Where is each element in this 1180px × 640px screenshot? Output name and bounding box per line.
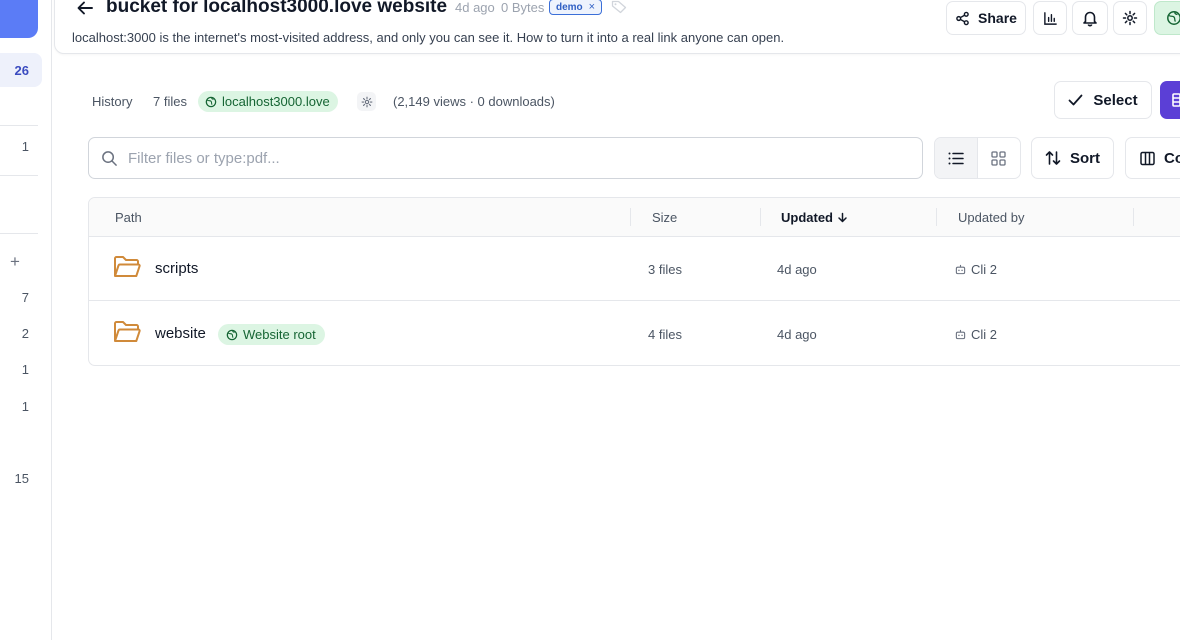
sidebar-count[interactable]: 15 bbox=[0, 471, 29, 486]
sidebar-primary-button[interactable] bbox=[0, 0, 38, 38]
folder-updated-by: Cli 2 bbox=[955, 327, 997, 342]
history-link[interactable]: History bbox=[92, 94, 132, 109]
share-icon bbox=[956, 11, 969, 25]
grid-icon bbox=[991, 150, 1006, 166]
table-header: Path Size Updated Updated by bbox=[89, 198, 1180, 237]
sidebar-divider bbox=[0, 125, 38, 126]
column-header-updated-label: Updated bbox=[781, 210, 833, 225]
back-arrow-icon[interactable] bbox=[76, 0, 94, 16]
domain-settings-button[interactable] bbox=[357, 92, 376, 111]
columns-button[interactable]: Co bbox=[1125, 137, 1180, 179]
search-icon bbox=[102, 150, 117, 166]
list-view-button[interactable] bbox=[935, 138, 978, 178]
sidebar-count[interactable]: 26 bbox=[0, 63, 29, 78]
sort-label: Sort bbox=[1070, 149, 1100, 167]
columns-label: Co bbox=[1164, 149, 1180, 167]
globe-icon bbox=[205, 96, 217, 107]
column-divider[interactable] bbox=[630, 208, 631, 226]
gear-icon bbox=[1122, 10, 1138, 26]
list-icon bbox=[948, 152, 964, 164]
column-header-size[interactable]: Size bbox=[652, 210, 677, 225]
search-input[interactable] bbox=[128, 149, 888, 167]
check-icon bbox=[1068, 94, 1083, 106]
updated-by-label: Cli 2 bbox=[971, 327, 998, 342]
column-divider[interactable] bbox=[760, 208, 761, 226]
sidebar-divider bbox=[0, 233, 38, 234]
files-table: Path Size Updated Updated by scripts 3 f… bbox=[88, 197, 1180, 366]
view-toggle[interactable] bbox=[934, 137, 1021, 179]
bucket-age: 4d ago bbox=[455, 0, 495, 15]
search-field[interactable] bbox=[88, 137, 923, 179]
column-divider[interactable] bbox=[1133, 208, 1134, 226]
column-header-path[interactable]: Path bbox=[115, 210, 142, 225]
domain-label: localhost3000.love bbox=[222, 94, 330, 109]
share-label: Share bbox=[978, 10, 1017, 26]
upload-button[interactable] bbox=[1160, 81, 1180, 119]
folder-updated-by: Cli 2 bbox=[955, 262, 997, 277]
sidebar-count[interactable]: 1 bbox=[0, 399, 29, 414]
table-row[interactable]: website Website root 4 files 4d ago Cli … bbox=[89, 302, 1180, 365]
select-label: Select bbox=[1093, 91, 1138, 109]
add-tag-icon[interactable] bbox=[611, 0, 627, 14]
bell-icon bbox=[1083, 11, 1097, 27]
tag-label: demo bbox=[556, 1, 583, 13]
column-header-updated[interactable]: Updated bbox=[781, 210, 848, 225]
tag-remove-icon[interactable]: × bbox=[589, 1, 595, 13]
add-icon[interactable]: + bbox=[10, 252, 20, 272]
notifications-button[interactable] bbox=[1072, 1, 1108, 35]
table-row[interactable]: scripts 3 files 4d ago Cli 2 bbox=[89, 237, 1180, 301]
column-header-updated-by[interactable]: Updated by bbox=[958, 210, 1025, 225]
globe-icon bbox=[1167, 11, 1180, 25]
sidebar-count[interactable]: 7 bbox=[0, 290, 29, 305]
column-divider[interactable] bbox=[936, 208, 937, 226]
settings-button[interactable] bbox=[1113, 1, 1147, 35]
folder-name[interactable]: scripts bbox=[155, 260, 198, 277]
folder-updated: 4d ago bbox=[777, 262, 817, 277]
folder-size: 4 files bbox=[648, 327, 682, 342]
sort-descending-icon bbox=[838, 212, 847, 223]
select-button[interactable]: Select bbox=[1054, 81, 1152, 119]
page-title: bucket for localhost3000.love website bbox=[106, 0, 448, 17]
bucket-size: 0 Bytes bbox=[501, 0, 545, 15]
sidebar-count[interactable]: 1 bbox=[0, 139, 29, 154]
folder-size: 3 files bbox=[648, 262, 682, 277]
sidebar-count[interactable]: 1 bbox=[0, 362, 29, 377]
sidebar-divider bbox=[0, 175, 38, 176]
website-root-label: Website root bbox=[243, 327, 316, 342]
website-button[interactable] bbox=[1154, 1, 1180, 35]
folder-open-icon bbox=[114, 256, 141, 277]
folder-open-icon bbox=[114, 321, 141, 342]
columns-icon bbox=[1140, 151, 1155, 165]
gear-icon bbox=[361, 96, 372, 107]
domain-badge[interactable]: localhost3000.love bbox=[198, 91, 338, 112]
grid-view-button[interactable] bbox=[978, 138, 1021, 178]
website-root-badge: Website root bbox=[218, 324, 325, 345]
bucket-description: localhost:3000 is the internet's most-vi… bbox=[72, 30, 785, 45]
files-count: 7 files bbox=[153, 94, 187, 109]
sort-icon bbox=[1045, 151, 1061, 165]
bucket-stats: (2,149 views · 0 downloads) bbox=[393, 94, 555, 109]
folder-updated: 4d ago bbox=[777, 327, 817, 342]
bar-chart-icon bbox=[1043, 11, 1057, 25]
share-button[interactable]: Share bbox=[946, 1, 1026, 35]
globe-icon bbox=[226, 329, 238, 340]
sidebar: 26 1 + 7 2 1 1 15 bbox=[0, 0, 52, 640]
analytics-button[interactable] bbox=[1033, 1, 1067, 35]
sort-button[interactable]: Sort bbox=[1031, 137, 1114, 179]
sidebar-count[interactable]: 2 bbox=[0, 326, 29, 341]
tag-demo[interactable]: demo × bbox=[549, 0, 603, 15]
robot-icon bbox=[955, 329, 966, 340]
folder-name[interactable]: website bbox=[155, 325, 206, 342]
upload-icon bbox=[1172, 93, 1180, 107]
robot-icon bbox=[955, 264, 966, 275]
updated-by-label: Cli 2 bbox=[971, 262, 998, 277]
